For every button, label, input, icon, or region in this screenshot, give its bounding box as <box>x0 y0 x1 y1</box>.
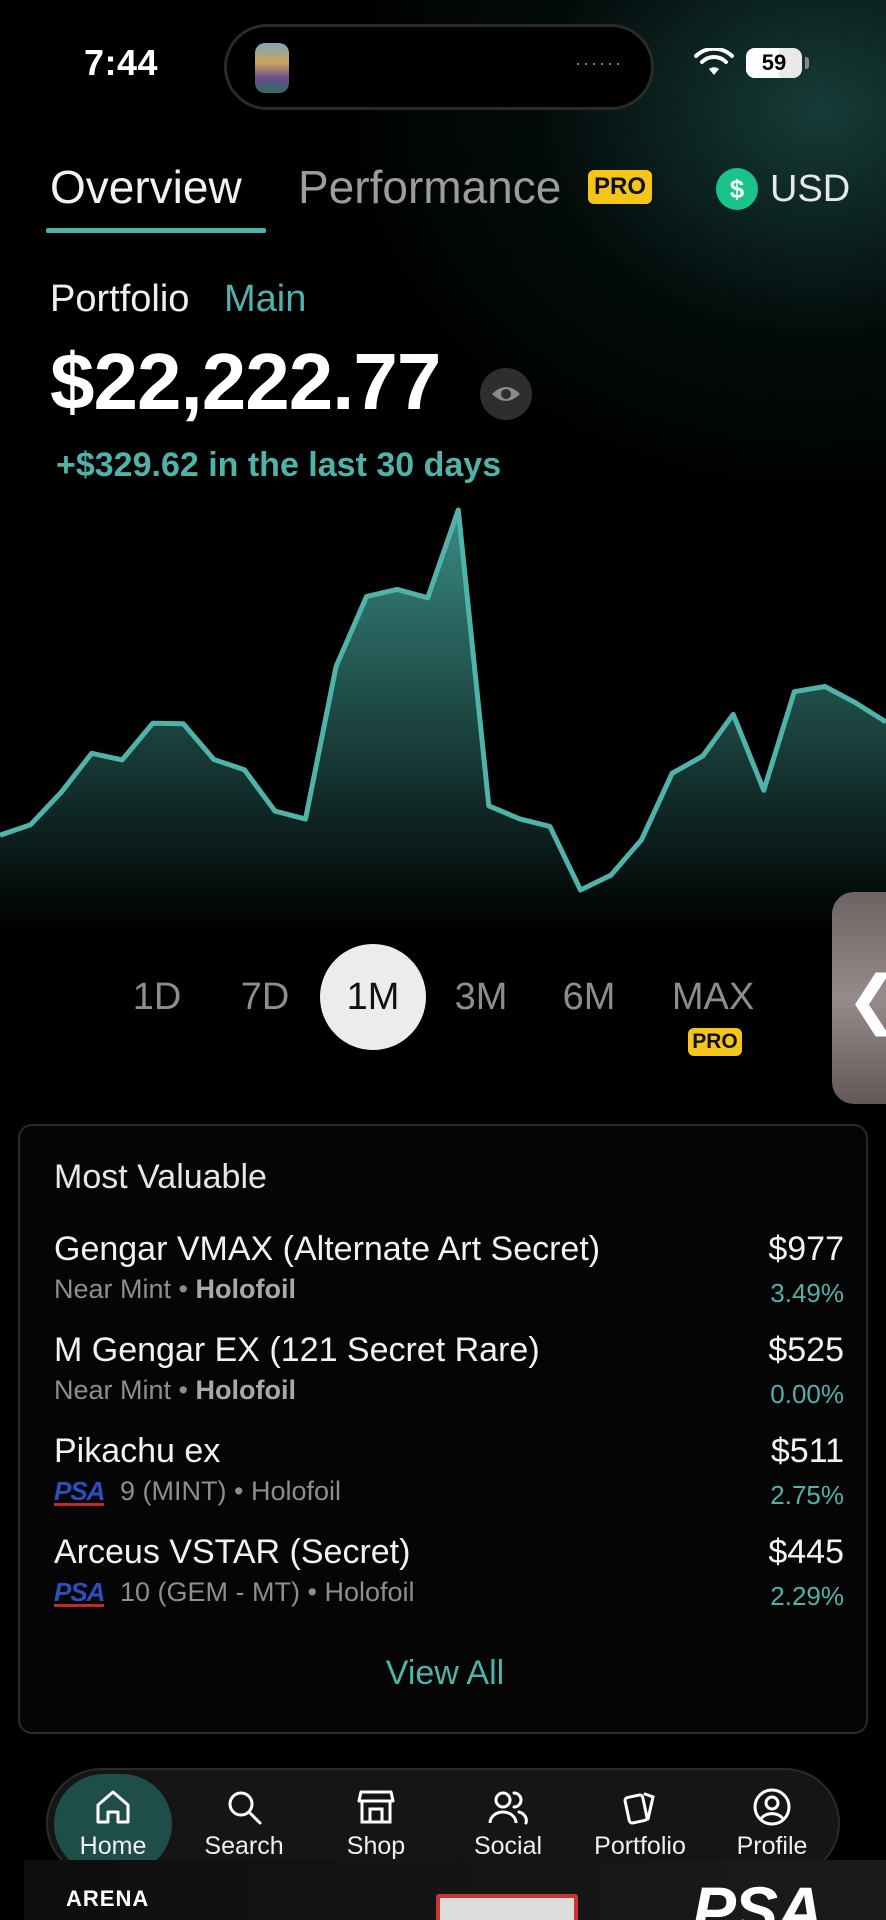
ad-psa-logo: PSA <box>692 1873 824 1920</box>
card-name: Gengar VMAX (Alternate Art Secret) <box>54 1230 601 1268</box>
card-subtitle: PSA 9 (MINT) • Holofoil <box>54 1476 341 1507</box>
card-change: 3.49% <box>770 1278 844 1308</box>
list-item[interactable]: Arceus VSTAR (Secret) PSA 10 (GEM - MT) … <box>54 1533 844 1623</box>
nav-label: Profile <box>736 1832 808 1860</box>
status-time: 7:44 <box>84 42 159 83</box>
home-icon <box>96 1790 130 1824</box>
list-item[interactable]: Pikachu ex PSA 9 (MINT) • Holofoil $511 … <box>54 1432 844 1522</box>
psa-logo: PSA <box>54 1476 105 1506</box>
card-finish: Holofoil <box>195 1375 296 1405</box>
ad-slab-image <box>436 1894 578 1920</box>
card-condition: Near Mint <box>54 1274 172 1304</box>
card-condition: Near Mint <box>54 1375 172 1405</box>
view-all-link[interactable]: View All <box>20 1654 870 1693</box>
card-finish: Holofoil <box>250 1476 341 1506</box>
island-dots-icon: ······ <box>575 53 623 73</box>
separator-dot: • <box>307 1577 317 1607</box>
nav-home[interactable]: Home <box>54 1774 172 1874</box>
nav-label: Home <box>79 1832 147 1860</box>
battery-tip <box>805 57 809 69</box>
card-change: 0.00% <box>770 1379 844 1409</box>
card-finish: Holofoil <box>324 1577 415 1607</box>
card-price: $511 <box>770 1432 844 1470</box>
card-price: $445 <box>768 1533 844 1571</box>
chart-area <box>0 510 886 930</box>
most-valuable-title: Most Valuable <box>54 1158 267 1196</box>
eye-icon[interactable] <box>480 368 532 420</box>
range-7d[interactable]: 7D <box>215 976 315 1019</box>
card-grade: 10 (GEM - MT) <box>119 1577 300 1607</box>
separator-dot: • <box>178 1375 188 1405</box>
tab-overview[interactable]: Overview <box>50 160 242 214</box>
list-item[interactable]: Gengar VMAX (Alternate Art Secret) Near … <box>54 1230 844 1320</box>
chevron-left-icon[interactable]: ❮ <box>846 962 886 1037</box>
psa-logo: PSA <box>54 1577 105 1607</box>
ad-arena-logo: ARENA <box>66 1886 150 1911</box>
card-price: $977 <box>768 1230 844 1268</box>
card-finish: Holofoil <box>195 1274 296 1304</box>
range-1d[interactable]: 1D <box>107 976 207 1019</box>
dynamic-island[interactable]: ······ <box>224 24 654 110</box>
shop-icon <box>357 1790 395 1824</box>
portfolio-value: $22,222.77 <box>50 337 441 426</box>
card-change: 2.75% <box>770 1480 844 1510</box>
card-change: 2.29% <box>770 1581 844 1611</box>
cards-icon <box>623 1792 655 1825</box>
nav-label: Portfolio <box>594 1832 686 1860</box>
separator-dot: • <box>233 1476 244 1506</box>
separator-dot: • <box>178 1274 188 1304</box>
most-valuable-card: Most Valuable Gengar VMAX (Alternate Art… <box>18 1124 868 1734</box>
dollar-icon[interactable]: $ <box>716 168 758 210</box>
card-name: Arceus VSTAR (Secret) <box>54 1533 411 1571</box>
card-subtitle: Near Mint • Holofoil <box>54 1274 296 1305</box>
card-subtitle: Near Mint • Holofoil <box>54 1375 296 1406</box>
list-item[interactable]: M Gengar EX (121 Secret Rare) Near Mint … <box>54 1331 844 1421</box>
card-grade: 9 (MINT) <box>119 1476 227 1506</box>
search-icon <box>228 1791 262 1825</box>
range-1m[interactable]: 1M <box>320 944 426 1050</box>
tab-overview-underline <box>46 228 266 233</box>
range-max[interactable]: MAX <box>663 976 763 1019</box>
battery-level-text: 59 <box>761 50 787 75</box>
battery-indicator: 59 <box>746 48 802 78</box>
users-icon <box>488 1791 528 1825</box>
card-name: Pikachu ex <box>54 1432 221 1470</box>
range-6m[interactable]: 6M <box>539 976 639 1019</box>
nav-label: Social <box>473 1832 543 1860</box>
live-activity-avatar <box>255 43 289 93</box>
portfolio-chart[interactable] <box>0 480 886 930</box>
nav-label: Search <box>204 1832 284 1860</box>
range-3m[interactable]: 3M <box>431 976 531 1019</box>
wifi-icon <box>694 48 734 75</box>
tab-performance[interactable]: Performance <box>298 160 561 214</box>
portfolio-name-selector[interactable]: Main <box>224 278 306 321</box>
card-subtitle: PSA 10 (GEM - MT) • Holofoil <box>54 1577 415 1608</box>
currency-selector[interactable]: USD <box>770 168 850 211</box>
performance-pro-badge: PRO <box>588 170 652 204</box>
nav-label: Shop <box>346 1832 406 1860</box>
status-bar: 7:44 ······ 59 <box>0 0 886 130</box>
portfolio-label: Portfolio <box>50 278 190 320</box>
profile-icon <box>753 1788 791 1826</box>
card-price: $525 <box>768 1331 844 1369</box>
max-pro-badge: PRO <box>688 1028 742 1056</box>
card-name: M Gengar EX (121 Secret Rare) <box>54 1331 540 1369</box>
